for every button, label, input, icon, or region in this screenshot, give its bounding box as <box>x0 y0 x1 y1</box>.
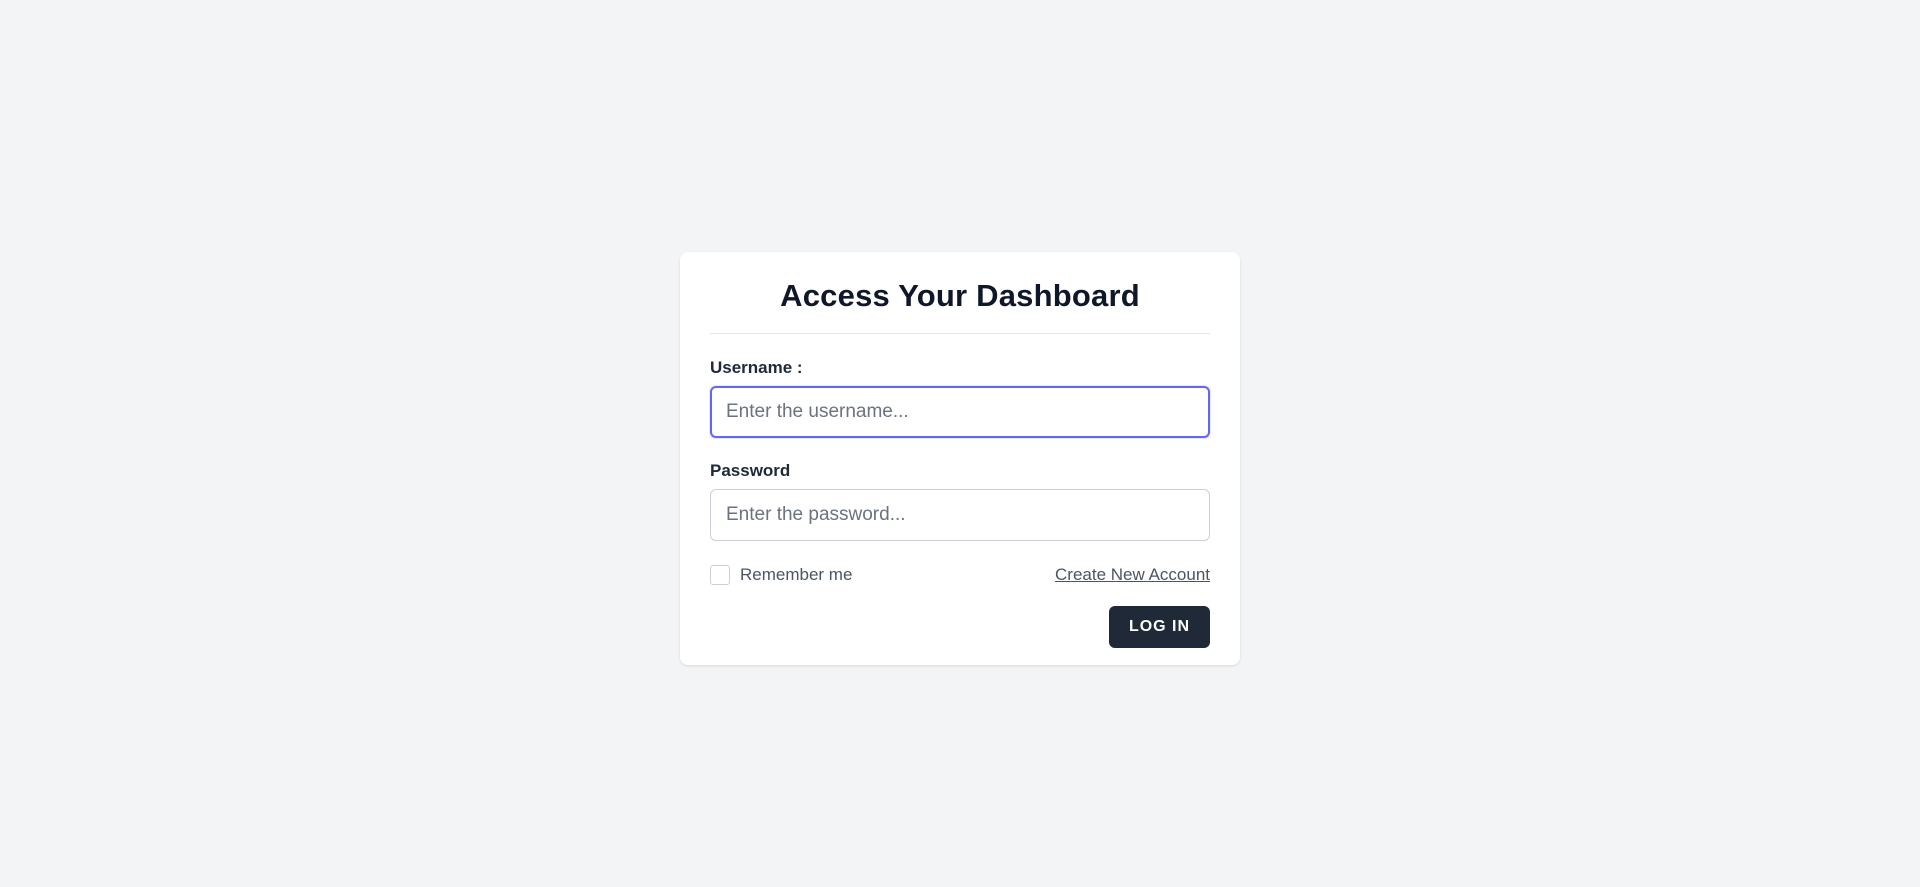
create-account-link[interactable]: Create New Account <box>1055 565 1210 585</box>
login-button[interactable]: LOG IN <box>1109 606 1210 648</box>
password-input[interactable] <box>710 489 1210 541</box>
username-label: Username : <box>710 358 803 377</box>
form-actions: LOG IN <box>710 606 1210 648</box>
username-input[interactable] <box>710 386 1210 438</box>
login-card: Access Your Dashboard Username : Passwor… <box>680 252 1240 665</box>
page-title: Access Your Dashboard <box>780 278 1140 313</box>
remember-me-label: Remember me <box>740 565 853 584</box>
remember-me-checkbox[interactable] <box>710 565 730 585</box>
options-row: Remember me Create New Account <box>710 565 1210 585</box>
password-label: Password <box>710 461 791 480</box>
title-divider <box>710 333 1210 334</box>
remember-me-option[interactable]: Remember me <box>710 565 852 585</box>
